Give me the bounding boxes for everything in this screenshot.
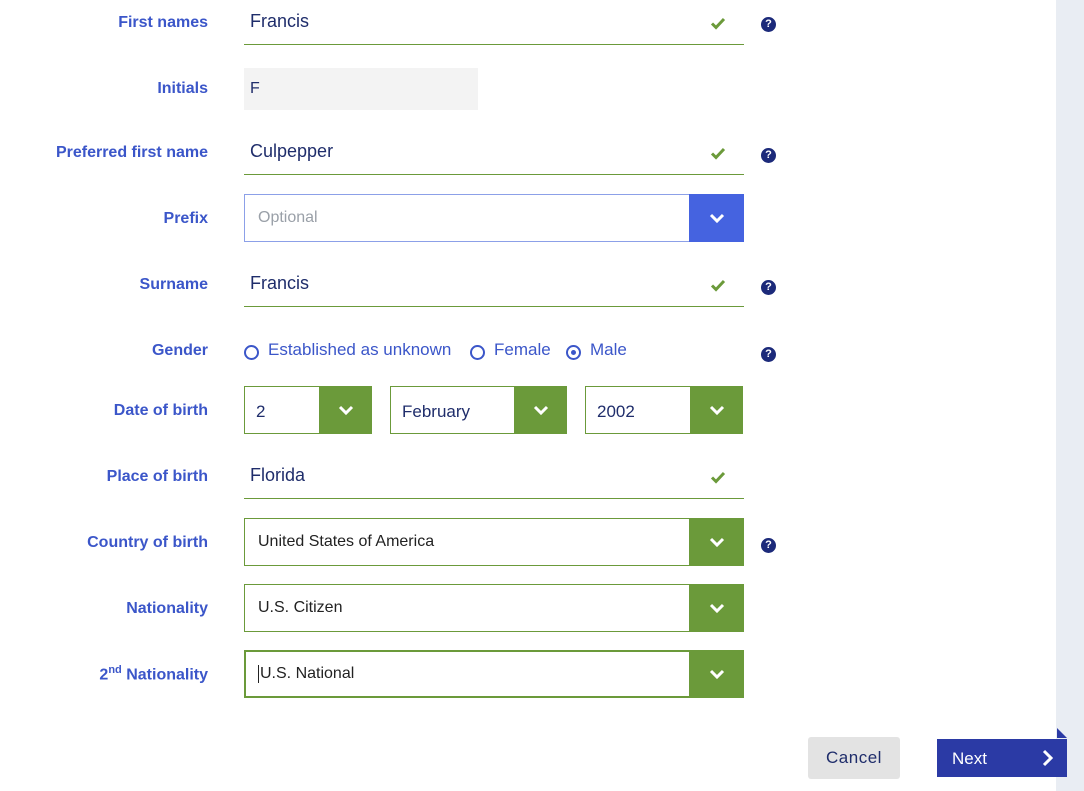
prefix-placeholder: Optional — [258, 209, 318, 226]
checkmark-icon — [710, 279, 726, 292]
dob-day-dropdown-button[interactable] — [319, 386, 372, 434]
chevron-right-icon — [1042, 749, 1053, 767]
dob-year-dropdown-button[interactable] — [690, 386, 743, 434]
dob-month-value: February — [402, 402, 471, 421]
chevron-down-icon — [709, 669, 724, 679]
country-of-birth-select[interactable]: United States of America — [244, 518, 744, 566]
checkmark-icon — [710, 17, 726, 30]
first-names-label: First names — [118, 14, 208, 31]
second-nationality-row: 2nd Nationality U.S. National — [0, 650, 1050, 700]
first-names-row: First names Francis ? — [0, 0, 1050, 50]
help-icon-preferred-first-name[interactable]: ? — [761, 148, 776, 163]
first-names-input[interactable]: Francis — [244, 1, 744, 45]
prefix-select[interactable]: Optional — [244, 194, 744, 242]
initials-label: Initials — [157, 80, 208, 97]
country-of-birth-label: Country of birth — [87, 534, 208, 551]
checkmark-icon — [710, 147, 726, 160]
second-nationality-dropdown-button[interactable] — [689, 650, 744, 698]
initials-value: F — [250, 80, 260, 97]
surname-input[interactable]: Francis — [244, 263, 744, 307]
help-icon-country-of-birth[interactable]: ? — [761, 538, 776, 553]
place-of-birth-input[interactable]: Florida — [244, 455, 744, 499]
preferred-first-name-value: Culpepper — [250, 141, 334, 161]
dob-day-value: 2 — [256, 402, 266, 421]
place-of-birth-row: Place of birth Florida — [0, 455, 1050, 505]
dob-month-select[interactable]: February — [390, 386, 567, 434]
dob-year-value: 2002 — [597, 402, 635, 421]
radio-selected-icon — [566, 345, 581, 360]
nationality-dropdown-button[interactable] — [689, 584, 744, 632]
country-of-birth-value: United States of America — [258, 533, 435, 550]
checkmark-icon — [710, 471, 726, 484]
gender-option-unknown[interactable]: Established as unknown — [244, 340, 464, 364]
first-names-value: Francis — [250, 11, 310, 31]
initials-field: F — [244, 68, 478, 110]
help-icon-first-names[interactable]: ? — [761, 17, 776, 32]
initials-row: Initials F — [0, 60, 1050, 120]
preferred-first-name-row: Preferred first name Culpepper ? — [0, 131, 1050, 181]
next-button[interactable]: Next — [937, 739, 1067, 777]
surname-label: Surname — [139, 276, 208, 293]
place-of-birth-label: Place of birth — [106, 468, 208, 485]
gender-option-male-label: Male — [590, 340, 627, 359]
next-button-label: Next — [952, 749, 987, 768]
help-icon-gender[interactable]: ? — [761, 347, 776, 362]
nationality-value: U.S. Citizen — [258, 599, 343, 616]
right-side-panel — [1056, 0, 1084, 791]
gender-option-male[interactable]: Male — [566, 340, 646, 364]
second-nationality-select[interactable]: U.S. National — [244, 650, 744, 698]
second-nationality-value: U.S. National — [258, 665, 355, 683]
surname-value: Francis — [250, 273, 310, 293]
corner-accent — [1057, 728, 1067, 738]
second-nationality-label: 2nd Nationality — [99, 664, 208, 684]
gender-label: Gender — [151, 342, 208, 359]
nationality-select[interactable]: U.S. Citizen — [244, 584, 744, 632]
gender-option-unknown-label: Established as unknown — [268, 340, 452, 359]
nationality-row: Nationality U.S. Citizen — [0, 584, 1050, 634]
gender-option-female[interactable]: Female — [470, 340, 560, 364]
country-of-birth-row: Country of birth United States of Americ… — [0, 518, 1050, 568]
place-of-birth-value: Florida — [250, 465, 306, 485]
chevron-down-icon — [709, 537, 724, 547]
date-of-birth-label: Date of birth — [113, 402, 208, 419]
gender-option-female-label: Female — [494, 340, 551, 359]
chevron-down-icon — [709, 213, 724, 223]
dob-month-dropdown-button[interactable] — [514, 386, 567, 434]
cancel-button[interactable]: Cancel — [808, 737, 900, 779]
prefix-dropdown-button[interactable] — [689, 194, 744, 242]
country-of-birth-dropdown-button[interactable] — [689, 518, 744, 566]
radio-unselected-icon — [244, 345, 259, 360]
preferred-first-name-label: Preferred first name — [55, 144, 208, 161]
help-icon-surname[interactable]: ? — [761, 280, 776, 295]
chevron-down-icon — [533, 405, 548, 415]
gender-row: Gender Established as unknown Female Mal… — [0, 340, 1050, 370]
prefix-label: Prefix — [163, 210, 208, 227]
dob-day-select[interactable]: 2 — [244, 386, 372, 434]
surname-row: Surname Francis ? — [0, 263, 1050, 313]
chevron-down-icon — [338, 405, 353, 415]
date-of-birth-row: Date of birth 2 February 2002 — [0, 386, 1050, 436]
preferred-first-name-input[interactable]: Culpepper — [244, 131, 744, 175]
prefix-row: Prefix Optional — [0, 194, 1050, 244]
dob-year-select[interactable]: 2002 — [585, 386, 743, 434]
radio-unselected-icon — [470, 345, 485, 360]
nationality-label: Nationality — [126, 600, 208, 617]
chevron-down-icon — [709, 603, 724, 613]
chevron-down-icon — [709, 405, 724, 415]
